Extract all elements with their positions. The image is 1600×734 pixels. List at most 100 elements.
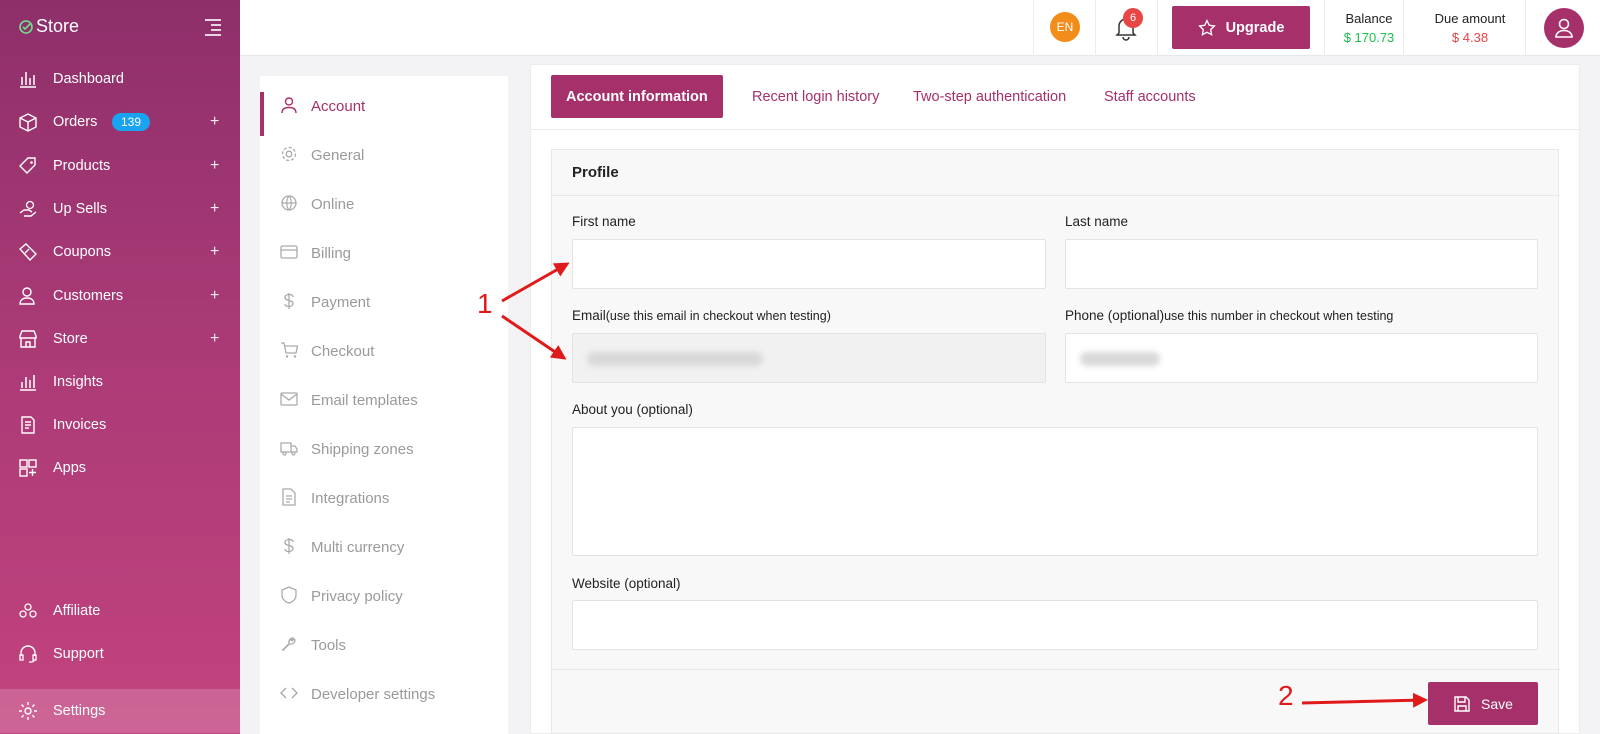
website-input[interactable] — [572, 600, 1538, 650]
sidebar-item-label: Invoices — [53, 417, 107, 433]
sidebar-item-label: Customers — [53, 288, 124, 304]
balance-value: $ 170.73 — [1343, 30, 1395, 45]
language-switcher[interactable]: EN — [1050, 12, 1080, 42]
affiliate-icon — [18, 601, 38, 621]
brand-logo[interactable]: Store — [18, 16, 79, 37]
save-label: Save — [1481, 695, 1513, 712]
sidebar-item-support[interactable]: Support — [0, 632, 240, 676]
sidebar-item-label: Dashboard — [53, 71, 124, 87]
gear-icon — [280, 145, 300, 165]
upgrade-button[interactable]: Upgrade — [1172, 6, 1310, 49]
email-hint: (use this email in checkout when testing… — [605, 309, 831, 323]
settings-menu-label: Shipping zones — [311, 440, 414, 458]
email-input[interactable] — [572, 333, 1046, 383]
last-name-input[interactable] — [1065, 239, 1538, 289]
sidebar-item-label: Apps — [53, 460, 87, 476]
user-avatar[interactable] — [1544, 8, 1584, 48]
settings-menu-item-multi-currency[interactable]: Multi currency — [260, 523, 508, 571]
insights-icon — [18, 372, 38, 392]
topbar-divider — [1525, 0, 1526, 56]
first-name-input[interactable] — [572, 239, 1046, 289]
topbar-divider — [1157, 0, 1158, 56]
sidebar-item-orders[interactable]: Orders 139 + — [0, 100, 240, 144]
up-sells-add-button[interactable]: + — [210, 200, 219, 218]
sidebar-item-coupons[interactable]: Coupons + — [0, 230, 240, 274]
tab-recent-login-history[interactable]: Recent login history — [752, 75, 879, 118]
phone-input[interactable] — [1065, 333, 1538, 383]
tab-account-information[interactable]: Account information — [551, 75, 723, 118]
settings-menu: Account General Online Billing Payment C… — [260, 76, 508, 734]
phone-hint: use this number in checkout when testing — [1164, 309, 1394, 323]
settings-menu-item-privacy-policy[interactable]: Privacy policy — [260, 572, 508, 620]
due-amount-label: Due amount — [1434, 11, 1506, 26]
code-icon — [280, 684, 300, 704]
sidebar-item-label: Insights — [53, 374, 103, 390]
topbar-divider — [1324, 0, 1325, 56]
sidebar-item-label: Settings — [53, 703, 106, 719]
credit-card-icon — [280, 243, 300, 263]
first-name-label: First name — [572, 214, 636, 229]
settings-menu-label: Developer settings — [311, 685, 436, 703]
sidebar-item-label: Affiliate — [53, 603, 101, 619]
settings-menu-item-integrations[interactable]: Integrations — [260, 474, 508, 522]
sidebar-item-label: Coupons — [53, 244, 112, 260]
customers-add-button[interactable]: + — [210, 287, 219, 305]
tab-two-step-authentication[interactable]: Two-step authentication — [913, 75, 1066, 118]
topbar-divider — [1095, 0, 1096, 56]
phone-label: Phone (optional)use this number in check… — [1065, 308, 1393, 323]
settings-menu-item-account[interactable]: Account — [260, 82, 508, 136]
settings-menu-label: Privacy policy — [311, 587, 403, 605]
settings-menu-item-tools[interactable]: Tools — [260, 621, 508, 669]
panel-divider — [531, 129, 1581, 130]
sidebar-item-label: Products — [53, 158, 111, 174]
about-textarea[interactable] — [572, 427, 1538, 556]
user-icon — [280, 96, 300, 116]
sidebar-item-settings[interactable]: Settings — [0, 689, 240, 733]
menu-toggle-icon[interactable] — [203, 18, 223, 36]
settings-menu-item-billing[interactable]: Billing — [260, 229, 508, 277]
notification-count-badge: 6 — [1123, 8, 1143, 28]
settings-menu-label: Payment — [311, 293, 371, 311]
sidebar-item-up-sells[interactable]: Up Sells + — [0, 187, 240, 231]
products-add-button[interactable]: + — [210, 157, 219, 175]
orders-add-button[interactable]: + — [210, 113, 219, 131]
sidebar-item-apps[interactable]: Apps — [0, 446, 240, 490]
sidebar-item-products[interactable]: Products + — [0, 144, 240, 188]
settings-menu-item-shipping-zones[interactable]: Shipping zones — [260, 425, 508, 473]
sidebar-item-invoices[interactable]: Invoices — [0, 403, 240, 447]
coupons-add-button[interactable]: + — [210, 243, 219, 261]
document-icon — [280, 488, 300, 508]
settings-menu-item-developer-settings[interactable]: Developer settings — [260, 670, 508, 718]
tab-staff-accounts[interactable]: Staff accounts — [1104, 75, 1196, 118]
sidebar: Store Dashboard Orders 139 + Products + … — [0, 0, 240, 734]
save-button[interactable]: Save — [1428, 682, 1538, 725]
topbar-divider — [1033, 0, 1034, 56]
settings-menu-item-online[interactable]: Online — [260, 180, 508, 228]
sidebar-item-affiliate[interactable]: Affiliate — [0, 589, 240, 633]
settings-menu-item-general[interactable]: General — [260, 131, 508, 179]
globe-icon — [280, 194, 300, 214]
topbar-divider — [1403, 0, 1404, 56]
settings-menu-item-checkout[interactable]: Checkout — [260, 327, 508, 375]
check-circle-icon — [19, 19, 33, 34]
settings-menu-label: Checkout — [311, 342, 375, 360]
sidebar-item-store[interactable]: Store + — [0, 317, 240, 361]
dollar-icon — [280, 537, 300, 557]
invoice-icon — [18, 415, 38, 435]
settings-menu-item-payment[interactable]: Payment — [260, 278, 508, 326]
sidebar-item-dashboard[interactable]: Dashboard — [0, 57, 240, 101]
shield-icon — [280, 586, 300, 606]
balance-display: Balance $ 170.73 — [1335, 11, 1403, 45]
sidebar-item-label: Up Sells — [53, 201, 107, 217]
sidebar-item-label: Orders — [53, 114, 98, 130]
users-icon — [18, 286, 38, 306]
star-icon — [1197, 18, 1216, 36]
orders-count-badge: 139 — [112, 113, 151, 131]
store-add-button[interactable]: + — [210, 330, 219, 348]
user-icon — [1555, 18, 1573, 38]
floppy-disk-icon — [1454, 695, 1470, 712]
email-label-text: Email — [572, 308, 606, 323]
sidebar-item-customers[interactable]: Customers + — [0, 274, 240, 318]
settings-menu-item-email-templates[interactable]: Email templates — [260, 376, 508, 424]
sidebar-item-insights[interactable]: Insights — [0, 360, 240, 404]
